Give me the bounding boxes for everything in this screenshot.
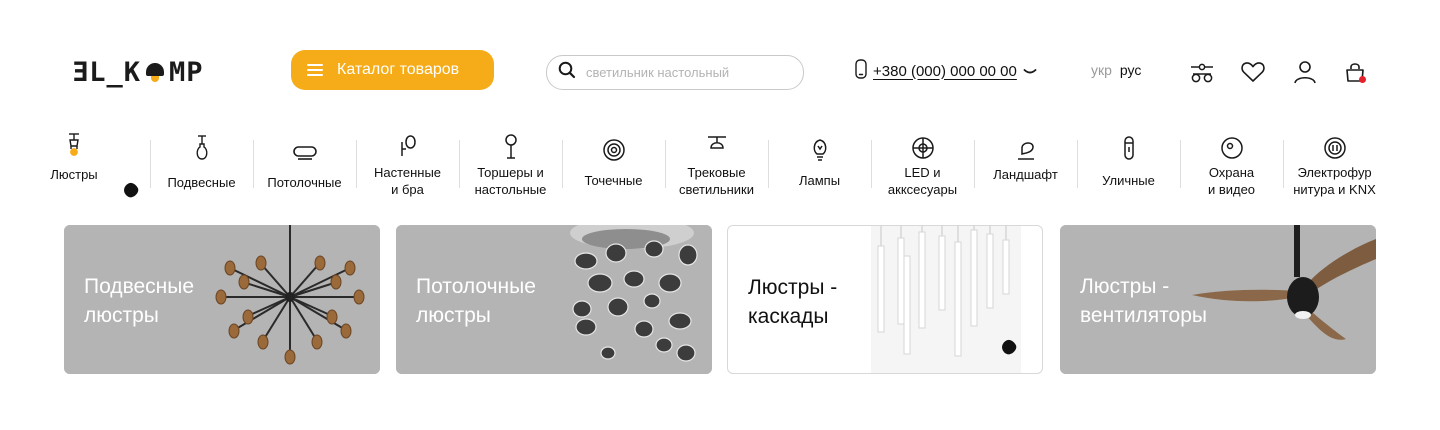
promo-card-title: Подвесные люстры	[84, 275, 195, 327]
led-icon	[911, 130, 935, 160]
category-landscape[interactable]: Ландшафт	[974, 130, 1077, 198]
category-label: Электрофур нитура и KNX	[1293, 165, 1376, 197]
ceiling-icon	[292, 130, 318, 162]
wall-lamp-icon	[399, 130, 417, 160]
lang-ukr[interactable]: укр	[1091, 62, 1112, 78]
category-led[interactable]: LED и акксесуары	[871, 130, 974, 198]
phone-icon	[855, 59, 867, 83]
chandelier-icon	[66, 130, 82, 162]
logo-text-left: ƎL_K	[72, 56, 142, 88]
category-spot[interactable]: Точечные	[562, 130, 665, 198]
bulb-icon	[811, 130, 829, 162]
street-icon	[1122, 130, 1136, 162]
pendant-icon	[194, 130, 210, 162]
category-nav: Люстры Подвесные Потолочные Настенные и …	[50, 130, 1390, 198]
logo-text-right: MP	[169, 56, 204, 88]
catalog-button[interactable]: Каталог товаров	[291, 50, 494, 90]
security-icon	[1220, 130, 1244, 160]
socket-icon	[1323, 130, 1347, 160]
heart-icon[interactable]	[1239, 58, 1267, 86]
landscape-icon	[1015, 130, 1037, 162]
category-lamps[interactable]: Лампы	[768, 130, 871, 198]
promo-card-title: Люстры - каскады	[748, 276, 838, 328]
category-label: Люстры	[50, 167, 98, 182]
category-label: Подвесные	[167, 175, 236, 190]
category-label: Ландшафт	[993, 167, 1058, 182]
category-street[interactable]: Уличные	[1077, 130, 1180, 198]
category-track[interactable]: Трековые светильники	[665, 130, 768, 198]
track-icon	[706, 130, 728, 160]
category-wall[interactable]: Настенные и бра	[356, 130, 459, 198]
phone-block[interactable]: +380 (000) 000 00 00	[855, 59, 1037, 83]
cart-badge	[1359, 76, 1366, 83]
category-electrical[interactable]: Электрофур нитура и KNX	[1283, 130, 1386, 198]
category-label: Трековые светильники	[678, 165, 755, 197]
category-ceiling[interactable]: Потолочные	[253, 130, 356, 198]
category-label: Охрана и видео	[1207, 165, 1256, 197]
site-header: ƎL_K MP Каталог товаров +380 (000) 000 0…	[0, 0, 1440, 120]
cart-icon[interactable]	[1341, 58, 1369, 86]
phone-number[interactable]: +380 (000) 000 00 00	[873, 63, 1017, 80]
spot-icon	[602, 130, 626, 162]
promo-card-title: Люстры - вентиляторы	[1080, 275, 1208, 327]
category-pendant[interactable]: Подвесные	[150, 130, 253, 198]
category-label: LED и акксесуары	[887, 165, 958, 197]
category-security[interactable]: Охрана и видео	[1180, 130, 1283, 198]
promo-card-cascade[interactable]: Люстры - каскады	[727, 225, 1043, 374]
promo-card-ceiling[interactable]: Потолочные люстры	[396, 225, 712, 374]
category-label: Торшеры и настольные	[474, 165, 547, 197]
search-input[interactable]	[586, 65, 786, 80]
category-label: Настенные и бра	[373, 165, 442, 197]
menu-icon	[307, 64, 323, 76]
logo-bulb-icon	[145, 59, 165, 85]
promo-cards: Подвесные люстры Потолочные люстры Люстр…	[64, 225, 1376, 374]
search-box[interactable]	[546, 55, 804, 90]
category-label: Уличные	[1102, 173, 1155, 188]
promo-card-title: Потолочные люстры	[416, 275, 536, 327]
category-label: Лампы	[798, 173, 841, 188]
promo-card-pendant[interactable]: Подвесные люстры	[64, 225, 380, 374]
category-label: Потолочные	[267, 175, 342, 190]
promo-card-fan[interactable]: Люстры - вентиляторы	[1060, 225, 1376, 374]
user-icon[interactable]	[1291, 58, 1319, 86]
language-switch: укр рус	[1091, 62, 1141, 78]
category-label: Точечные	[584, 173, 643, 188]
logo[interactable]: ƎL_K MP	[72, 56, 224, 88]
chevron-down-icon[interactable]	[1023, 63, 1037, 80]
catalog-button-label: Каталог товаров	[337, 61, 460, 78]
floor-lamp-icon	[503, 130, 519, 160]
search-icon[interactable]	[558, 61, 576, 84]
category-floor[interactable]: Торшеры и настольные	[459, 130, 562, 198]
compare-icon[interactable]	[1188, 58, 1216, 86]
lang-rus[interactable]: рус	[1120, 62, 1141, 78]
